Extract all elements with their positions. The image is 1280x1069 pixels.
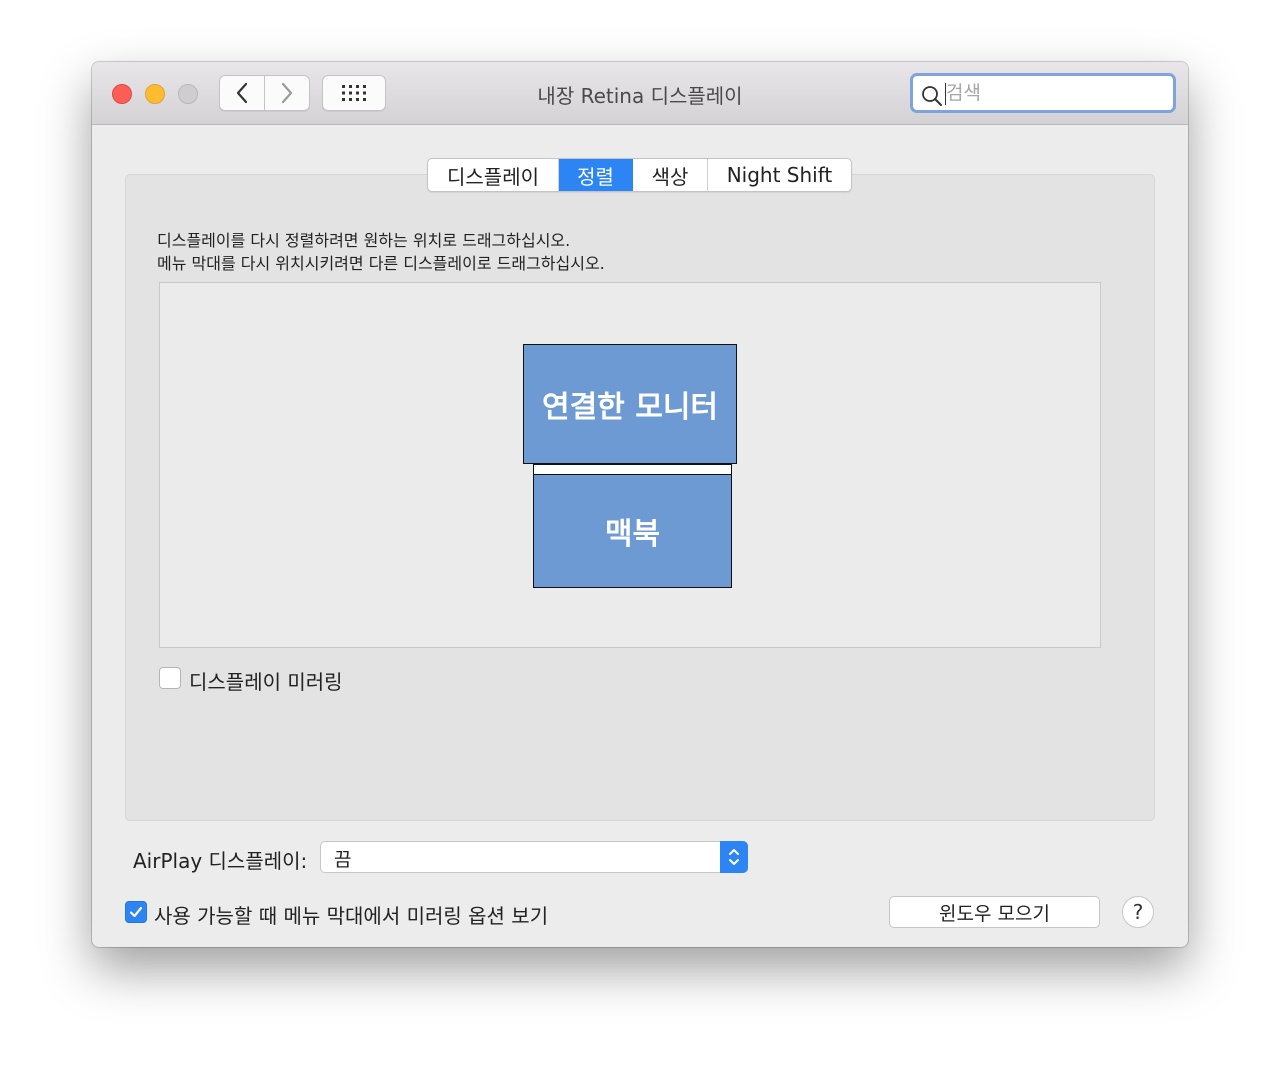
window-title: 내장 Retina 디스플레이 xyxy=(537,84,743,108)
builtin-display[interactable]: 맥북 xyxy=(533,474,732,588)
builtin-display-label: 맥북 xyxy=(604,517,661,552)
arrange-instruction: 디스플레이를 다시 정렬하려면 원하는 위치로 드래그하십시오. xyxy=(157,231,571,250)
gather-windows-button[interactable]: 윈도우 모으기 xyxy=(889,896,1100,928)
back-forward-segment xyxy=(219,75,310,111)
preferences-window: 내장 Retina 디스플레이 디스플레이 정렬 색상 Night Shift … xyxy=(92,62,1188,947)
mirroring-label: 디스플레이 미러링 xyxy=(189,670,343,694)
search-input[interactable] xyxy=(946,80,1156,106)
chevron-right-icon xyxy=(281,82,293,104)
back-button[interactable] xyxy=(220,76,265,110)
title-bar: 내장 Retina 디스플레이 xyxy=(92,62,1188,125)
tab-color[interactable]: 색상 xyxy=(633,159,708,191)
menubar-instruction: 메뉴 막대를 다시 위치시키려면 다른 디스플레이로 드래그하십시오. xyxy=(157,254,605,273)
airplay-select[interactable]: 끔 xyxy=(320,841,748,873)
search-icon xyxy=(922,86,942,106)
zoom-window-button[interactable] xyxy=(178,84,198,104)
tab-display[interactable]: 디스플레이 xyxy=(428,159,559,191)
grid-icon xyxy=(342,85,366,101)
checkmark-icon xyxy=(129,906,143,918)
show-mirroring-options-checkbox[interactable] xyxy=(125,901,147,923)
tab-bar: 디스플레이 정렬 색상 Night Shift xyxy=(427,158,852,192)
search-field[interactable] xyxy=(910,73,1176,113)
close-window-button[interactable] xyxy=(112,84,132,104)
minimize-window-button[interactable] xyxy=(145,84,165,104)
help-button[interactable]: ? xyxy=(1122,896,1154,928)
show-all-button[interactable] xyxy=(322,75,386,111)
external-display[interactable]: 연결한 모니터 xyxy=(523,344,737,464)
tab-arrangement[interactable]: 정렬 xyxy=(559,159,633,191)
external-display-label: 연결한 모니터 xyxy=(541,390,719,425)
mirroring-checkbox[interactable] xyxy=(159,667,181,689)
show-mirroring-options-label: 사용 가능할 때 메뉴 막대에서 미러링 옵션 보기 xyxy=(154,904,549,928)
select-arrows-icon xyxy=(720,841,748,873)
chevron-left-icon xyxy=(236,82,248,104)
airplay-label: AirPlay 디스플레이: xyxy=(133,849,308,873)
forward-button[interactable] xyxy=(265,76,309,110)
airplay-selected-value: 끔 xyxy=(334,849,352,871)
tab-night-shift[interactable]: Night Shift xyxy=(708,159,851,191)
